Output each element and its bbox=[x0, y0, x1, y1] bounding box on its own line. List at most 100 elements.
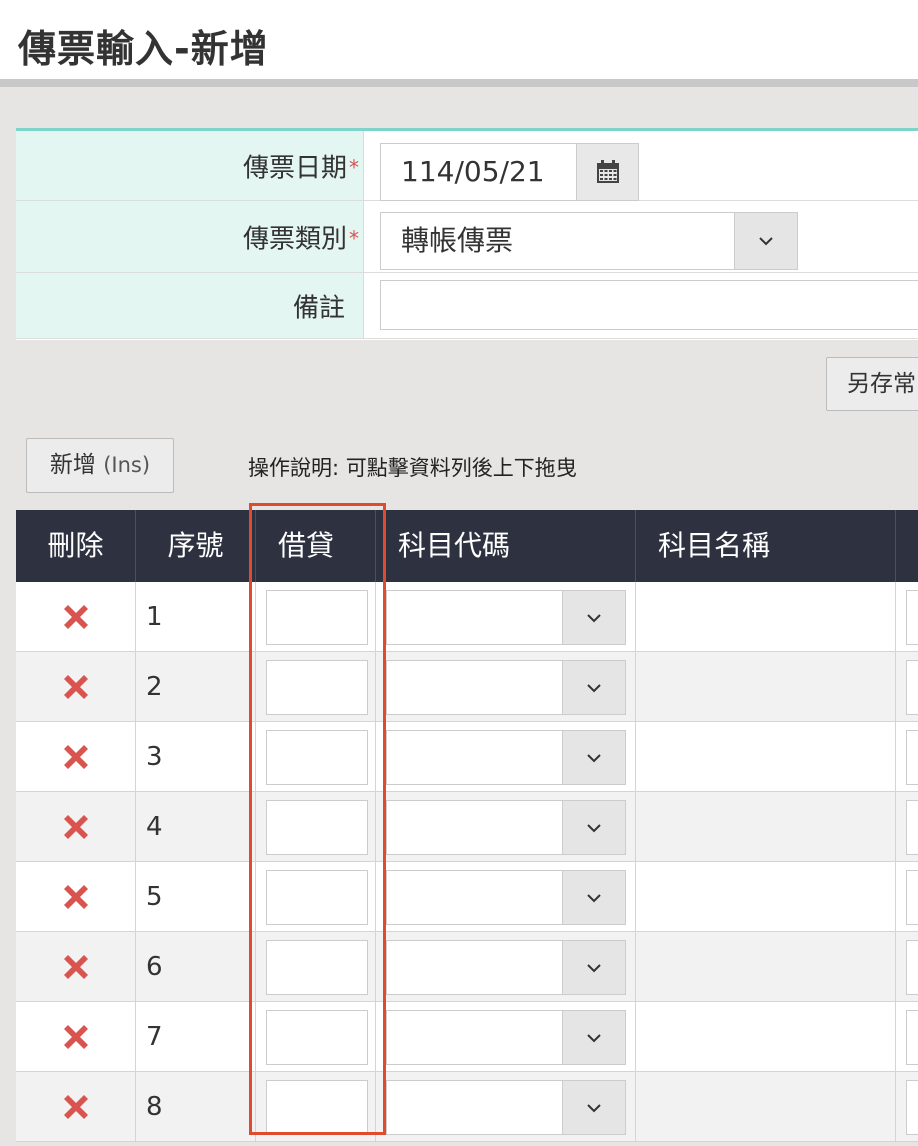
voucher-type-select[interactable]: 轉帳傳票 bbox=[380, 212, 736, 270]
account-code-cell bbox=[376, 792, 636, 861]
extra-input[interactable] bbox=[906, 870, 918, 925]
delete-icon[interactable] bbox=[59, 1020, 93, 1054]
account-code-dropdown-button[interactable] bbox=[562, 590, 626, 645]
account-code-dropdown-button[interactable] bbox=[562, 660, 626, 715]
extra-input[interactable] bbox=[906, 800, 918, 855]
extra-cell bbox=[896, 582, 918, 651]
account-code-select[interactable] bbox=[386, 870, 626, 925]
account-code-select[interactable] bbox=[386, 660, 626, 715]
debit-credit-cell bbox=[256, 1002, 376, 1071]
delete-cell bbox=[16, 652, 136, 721]
account-code-dropdown-button[interactable] bbox=[562, 1010, 626, 1065]
extra-input[interactable] bbox=[906, 940, 918, 995]
header-divider bbox=[0, 79, 918, 87]
account-name-cell bbox=[636, 582, 896, 651]
note-input[interactable] bbox=[380, 280, 918, 330]
chevron-down-icon bbox=[587, 1103, 601, 1112]
debit-credit-cell bbox=[256, 582, 376, 651]
table-row[interactable]: 8 bbox=[16, 1072, 918, 1142]
delete-icon[interactable] bbox=[59, 1090, 93, 1124]
delete-icon[interactable] bbox=[59, 740, 93, 774]
table-row[interactable]: 1 bbox=[16, 582, 918, 652]
debit-credit-input[interactable] bbox=[266, 730, 368, 785]
account-code-dropdown-button[interactable] bbox=[562, 730, 626, 785]
account-code-dropdown-button[interactable] bbox=[562, 1080, 626, 1135]
seq-cell: 7 bbox=[136, 1002, 256, 1071]
debit-credit-input[interactable] bbox=[266, 590, 368, 645]
account-code-dropdown-button[interactable] bbox=[562, 800, 626, 855]
extra-input[interactable] bbox=[906, 660, 918, 715]
debit-credit-input[interactable] bbox=[266, 660, 368, 715]
debit-credit-input[interactable] bbox=[266, 800, 368, 855]
voucher-type-dropdown-button[interactable] bbox=[734, 212, 798, 270]
account-code-select[interactable] bbox=[386, 1080, 626, 1135]
debit-credit-input[interactable] bbox=[266, 1010, 368, 1065]
delete-icon[interactable] bbox=[59, 810, 93, 844]
table-row[interactable]: 2 bbox=[16, 652, 918, 722]
account-code-dropdown-button[interactable] bbox=[562, 940, 626, 995]
calendar-button[interactable] bbox=[576, 143, 639, 201]
extra-cell bbox=[896, 652, 918, 721]
debit-credit-input[interactable] bbox=[266, 940, 368, 995]
seq-cell: 4 bbox=[136, 792, 256, 861]
delete-icon[interactable] bbox=[59, 950, 93, 984]
account-code-cell bbox=[376, 1002, 636, 1071]
debit-credit-cell bbox=[256, 932, 376, 1001]
delete-icon[interactable] bbox=[59, 670, 93, 704]
table-row[interactable]: 5 bbox=[16, 862, 918, 932]
extra-input[interactable] bbox=[906, 590, 918, 645]
date-label-cell: 傳票日期 * bbox=[16, 131, 364, 200]
account-name-cell bbox=[636, 862, 896, 931]
account-code-select[interactable] bbox=[386, 590, 626, 645]
account-code-cell bbox=[376, 652, 636, 721]
account-code-dropdown-button[interactable] bbox=[562, 870, 626, 925]
account-code-select[interactable] bbox=[386, 1010, 626, 1065]
extra-input[interactable] bbox=[906, 730, 918, 785]
delete-icon[interactable] bbox=[59, 880, 93, 914]
account-code-cell bbox=[376, 582, 636, 651]
extra-input[interactable] bbox=[906, 1010, 918, 1065]
debit-credit-input[interactable] bbox=[266, 1080, 368, 1135]
column-header-debit-credit: 借貸 bbox=[256, 510, 376, 582]
chevron-down-icon bbox=[759, 237, 773, 246]
seq-cell: 1 bbox=[136, 582, 256, 651]
add-button-label: 新增 bbox=[49, 452, 96, 478]
table-row[interactable]: 4 bbox=[16, 792, 918, 862]
calendar-icon bbox=[596, 160, 619, 183]
table-row[interactable]: 6 bbox=[16, 932, 918, 1002]
debit-credit-input[interactable] bbox=[266, 870, 368, 925]
delete-cell bbox=[16, 1002, 136, 1071]
chevron-down-icon bbox=[587, 823, 601, 832]
debit-credit-cell bbox=[256, 722, 376, 791]
account-code-cell bbox=[376, 1072, 636, 1141]
delete-cell bbox=[16, 932, 136, 1001]
delete-cell bbox=[16, 862, 136, 931]
account-code-cell bbox=[376, 932, 636, 1001]
seq-cell: 3 bbox=[136, 722, 256, 791]
account-code-select[interactable] bbox=[386, 800, 626, 855]
date-input[interactable]: 114/05/21 bbox=[380, 143, 576, 201]
type-label: 傳票類別 * bbox=[242, 224, 359, 254]
chevron-down-icon bbox=[587, 1033, 601, 1042]
required-mark: * bbox=[349, 155, 359, 179]
extra-cell bbox=[896, 722, 918, 791]
table-row[interactable]: 7 bbox=[16, 1002, 918, 1072]
table-row[interactable]: 3 bbox=[16, 722, 918, 792]
add-row-button[interactable]: 新增 (Ins) bbox=[26, 438, 174, 493]
voucher-form: 傳票日期 * 114/05/21 傳票類別 * 轉帳傳票 備註 bbox=[16, 128, 918, 340]
account-code-cell bbox=[376, 862, 636, 931]
type-label-cell: 傳票類別 * bbox=[16, 201, 364, 272]
extra-cell bbox=[896, 862, 918, 931]
column-header-delete: 刪除 bbox=[16, 510, 136, 582]
chevron-down-icon bbox=[587, 753, 601, 762]
account-name-cell bbox=[636, 722, 896, 791]
required-mark: * bbox=[349, 226, 359, 250]
column-header-account-code: 科目代碼 bbox=[376, 510, 636, 582]
account-code-select[interactable] bbox=[386, 730, 626, 785]
account-code-select[interactable] bbox=[386, 940, 626, 995]
save-as-common-button[interactable]: 另存常 bbox=[826, 357, 918, 411]
account-name-cell bbox=[636, 792, 896, 861]
extra-input[interactable] bbox=[906, 1080, 918, 1135]
delete-icon[interactable] bbox=[59, 600, 93, 634]
account-name-cell bbox=[636, 652, 896, 721]
